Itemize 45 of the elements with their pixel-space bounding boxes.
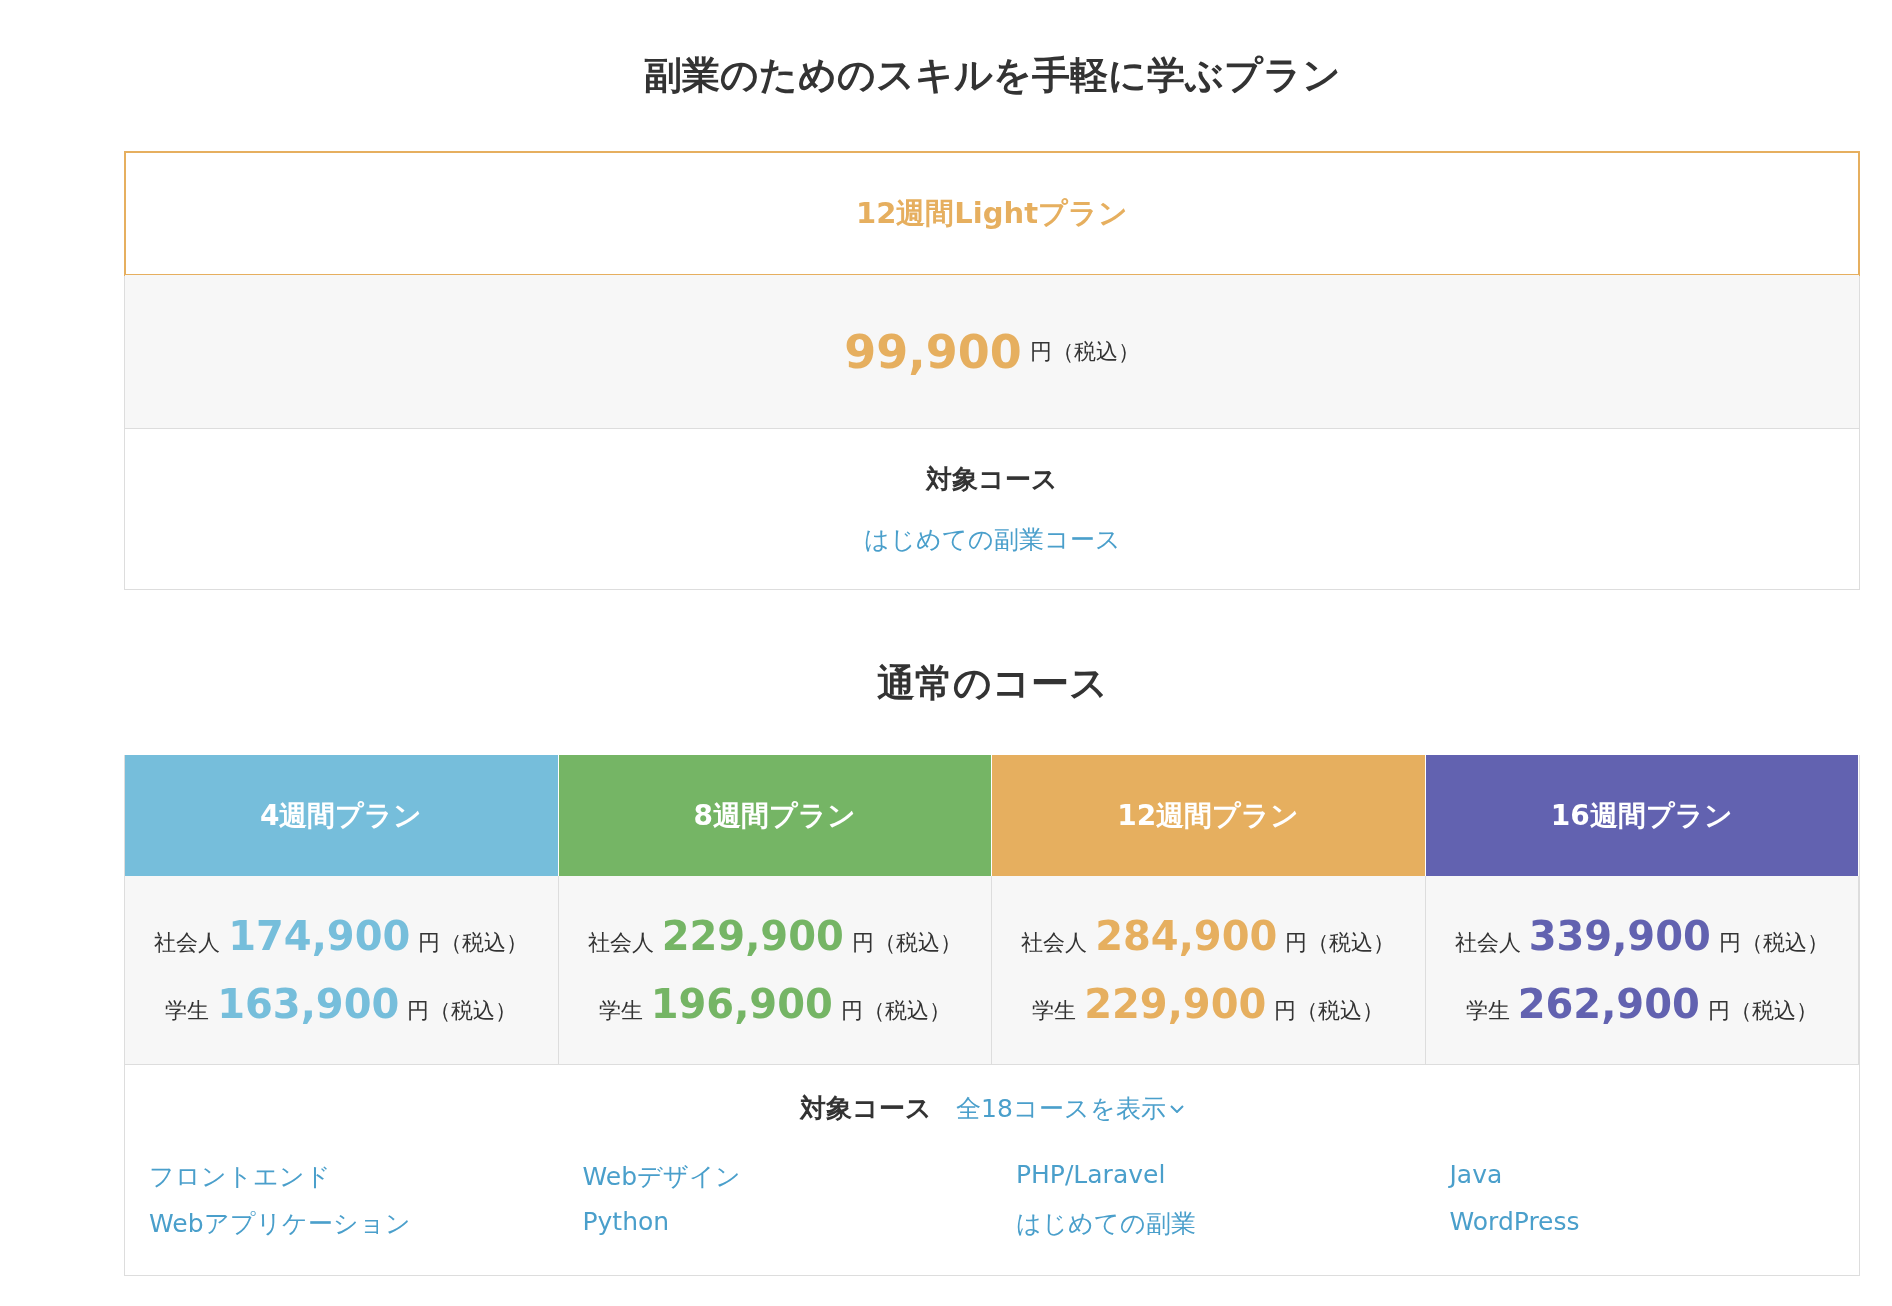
plan-header: 4週間プラン [125,755,559,876]
price-amount: 174,900 [228,913,411,959]
chevron-down-icon [1169,1104,1184,1113]
course-heading: 対象コース [800,1092,933,1125]
course-link[interactable]: Webアプリケーション [149,1207,411,1240]
price-amount: 262,900 [1517,981,1700,1027]
price-label: 学生 [165,997,210,1025]
plan-header: 8週間プラン [558,755,992,876]
course-link[interactable]: フロントエンド [149,1160,331,1193]
price-suffix: 円（税込） [840,997,951,1025]
price-label: 学生 [1032,997,1077,1025]
course-link[interactable]: Java [1449,1160,1503,1189]
price-label: 社会人 [1454,929,1521,957]
course-link[interactable]: WordPress [1449,1207,1580,1236]
price-amount: 163,900 [217,981,400,1027]
section-title: 副業のためのスキルを手軽に学ぶプラン [642,52,1342,99]
price-suffix: 円（税込） [851,929,962,957]
course-link[interactable]: はじめての副業コース [863,523,1121,556]
plan-header: 12週間プラン [992,755,1426,876]
price-amount: 229,900 [1084,981,1267,1027]
price-amount: 284,900 [1095,913,1278,959]
price-suffix: 円（税込） [1029,337,1140,366]
price-suffix: 円（税込） [1707,997,1818,1025]
price-label: 社会人 [1021,929,1088,957]
price-suffix: 円（税込） [407,997,518,1025]
course-link[interactable]: Python [582,1207,670,1236]
price-suffix: 円（税込） [1285,929,1396,957]
price-label: 社会人 [587,929,654,957]
course-link[interactable]: はじめての副業 [1016,1207,1196,1240]
plan-header: 16週間プラン [1425,755,1859,876]
price-amount: 196,900 [650,981,833,1027]
price-suffix: 円（税込） [1718,929,1829,957]
course-heading: 対象コース [926,463,1058,496]
show-all-link[interactable]: 全18コースを表示 [956,1092,1184,1125]
price-amount: 339,900 [1528,913,1711,959]
course-link[interactable]: PHP/Laravel [1016,1160,1166,1189]
price-amount: 229,900 [661,913,844,959]
price-suffix: 円（税込） [1274,997,1385,1025]
price-label: 学生 [1465,997,1510,1025]
section-title: 通常のコース [875,660,1109,707]
price-suffix: 円（税込） [418,929,529,957]
price-label: 学生 [598,997,643,1025]
course-link[interactable]: Webデザイン [582,1160,741,1193]
price-amount: 99,900 [844,324,1022,379]
price-label: 社会人 [154,929,221,957]
